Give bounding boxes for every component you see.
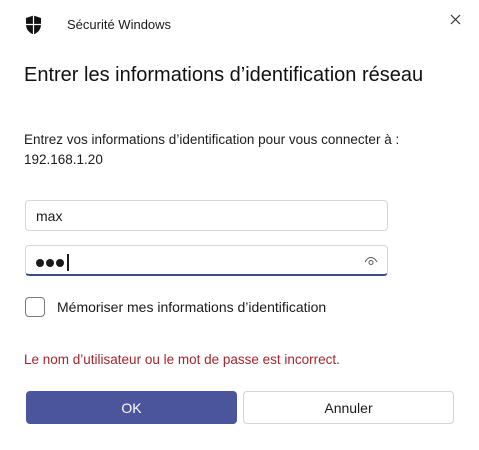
dialog-description: Entrez vos informations d’identification… [24, 130, 464, 170]
dialog-heading: Entrer les informations d’identification… [24, 64, 424, 86]
window-title: Sécurité Windows [67, 17, 172, 32]
remember-checkbox[interactable] [25, 297, 45, 317]
username-field[interactable] [25, 200, 388, 231]
shield-icon [26, 15, 41, 35]
title-bar: Sécurité Windows [0, 0, 479, 52]
password-mask[interactable] [36, 254, 69, 271]
password-field[interactable] [25, 245, 388, 276]
username-input[interactable] [26, 201, 387, 230]
remember-credentials[interactable]: Mémoriser mes informations d’identificat… [25, 297, 326, 317]
target-address: 192.168.1.20 [24, 152, 103, 167]
cancel-button[interactable]: Annuler [243, 391, 454, 424]
remember-label[interactable]: Mémoriser mes informations d’identificat… [57, 299, 326, 315]
password-dot [46, 258, 54, 267]
error-message: Le nom d’utilisateur ou le mot de passe … [24, 352, 340, 367]
password-dot [36, 258, 44, 267]
close-icon [450, 14, 460, 24]
eye-icon[interactable] [364, 255, 378, 267]
ok-button[interactable]: OK [26, 391, 237, 424]
credential-dialog: Sécurité Windows Entrer les informations… [0, 0, 479, 450]
password-dot [56, 258, 64, 267]
description-text: Entrez vos informations d’identification… [24, 132, 400, 147]
close-button[interactable] [442, 7, 468, 31]
text-cursor [67, 254, 69, 271]
